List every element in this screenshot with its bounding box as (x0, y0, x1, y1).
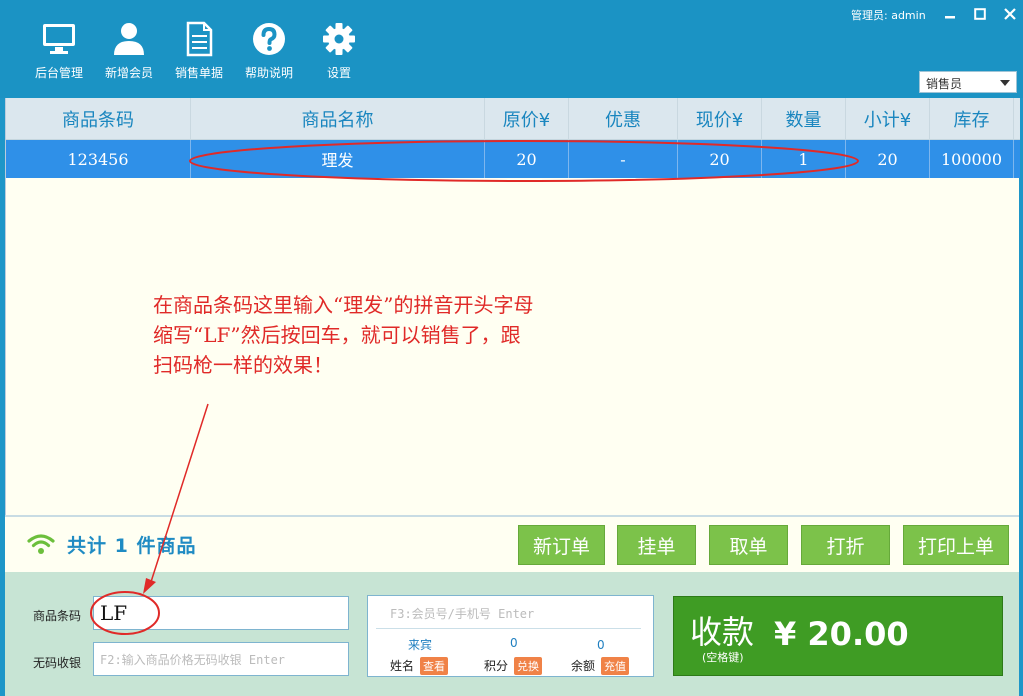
toolbar-sales-records-button[interactable]: 销售单据 (164, 20, 234, 81)
annotation-line: 扫码枪一样的效果！ (153, 353, 333, 377)
close-icon (1004, 8, 1016, 20)
member-balance-value: 0 (597, 638, 605, 652)
new-order-button[interactable]: 新订单 (518, 525, 605, 565)
member-panel: F3:会员号/手机号 Enter 来宾 0 0 姓名 查看 积分 兑换 余额 充… (367, 595, 654, 677)
nocode-label: 无码收银 (33, 656, 82, 670)
member-balance-label: 余额 (571, 659, 596, 673)
member-points-label: 积分 (484, 659, 509, 673)
hold-order-button[interactable]: 挂单 (617, 525, 696, 565)
gear-icon (323, 23, 355, 55)
checkout-amount: ¥ 20.00 (774, 615, 909, 653)
toolbar: 后台管理 新增会员 销售单据 帮助说明 设置 (24, 20, 374, 81)
minimize-icon (945, 16, 955, 19)
toolbar-new-member-label: 新增会员 (104, 66, 153, 80)
close-button[interactable] (999, 3, 1021, 25)
toolbar-settings-label: 设置 (326, 66, 351, 80)
annotation-arrow (90, 403, 209, 635)
cell-barcode: 123456 (6, 140, 191, 178)
toolbar-new-member-button[interactable]: 新增会员 (94, 20, 164, 81)
member-name-label: 姓名 (390, 659, 415, 673)
column-header-barcode[interactable]: 商品条码 (6, 98, 191, 140)
maximize-button[interactable] (969, 3, 991, 25)
column-header-orig-price[interactable]: 原价¥ (485, 98, 569, 140)
document-icon (186, 21, 213, 57)
annotation-line: 缩写“LF”然后按回车，就可以销售了，跟 (153, 323, 521, 347)
retrieve-order-button[interactable]: 取单 (709, 525, 788, 565)
header: 后台管理 新增会员 销售单据 帮助说明 设置 管理员: admin 销售员 (0, 0, 1023, 98)
toolbar-admin-label: 后台管理 (34, 66, 83, 80)
chevron-down-icon (1000, 80, 1010, 86)
user-icon (114, 23, 144, 55)
checkout-title: 收款 (690, 613, 755, 651)
role-select[interactable]: 销售员 (919, 71, 1017, 93)
toolbar-help-label: 帮助说明 (244, 66, 293, 80)
column-header-price[interactable]: 现价¥ (678, 98, 762, 140)
help-icon (253, 23, 285, 55)
member-name-value: 来宾 (408, 638, 433, 652)
annotation-line: 在商品条码这里输入“理发”的拼音开头字母 (153, 293, 534, 317)
member-redeem-button[interactable]: 兑换 (514, 657, 542, 675)
bottom-panel: 商品条码 LF 无码收银 F2:输入商品价格无码收银 Enter F3:会员号/… (5, 403, 1019, 696)
member-recharge-button[interactable]: 充值 (601, 657, 629, 675)
admin-label: 管理员: admin (851, 9, 926, 22)
toolbar-admin-button[interactable]: 后台管理 (24, 20, 94, 81)
discount-button[interactable]: 打折 (801, 525, 890, 565)
print-last-order-button[interactable]: 打印上单 (903, 525, 1009, 565)
nocode-input[interactable]: F2:输入商品价格无码收银 Enter (93, 642, 349, 676)
minimize-button[interactable] (939, 3, 961, 25)
table-header: 商品条码 商品名称 原价¥ 优惠 现价¥ 数量 小计¥ 库存 (6, 98, 1020, 140)
cell-orig-price: 20 (485, 140, 569, 178)
member-points-value: 0 (510, 636, 518, 650)
cell-discount: - (569, 140, 678, 178)
column-header-qty[interactable]: 数量 (762, 98, 846, 140)
cell-name: 理发 (191, 140, 485, 178)
column-header-subtotal[interactable]: 小计¥ (846, 98, 930, 140)
checkout-button[interactable]: 收款 (空格键) ¥ 20.00 (673, 596, 1003, 676)
cell-price: 20 (678, 140, 762, 178)
cell-stock: 100000 (930, 140, 1014, 178)
checkout-hint: (空格键) (702, 651, 744, 664)
cell-subtotal: 20 (846, 140, 930, 178)
member-search-input[interactable]: F3:会员号/手机号 Enter (390, 605, 534, 622)
column-header-discount[interactable]: 优惠 (569, 98, 678, 140)
toolbar-sales-records-label: 销售单据 (174, 66, 223, 80)
column-header-stock[interactable]: 库存 (930, 98, 1014, 140)
maximize-icon (974, 8, 986, 20)
cell-qty: 1 (762, 140, 846, 178)
member-divider (376, 628, 641, 629)
annotation-text: 在商品条码这里输入“理发”的拼音开头字母 缩写“LF”然后按回车，就可以销售了，… (153, 290, 533, 380)
toolbar-settings-button[interactable]: 设置 (304, 20, 374, 81)
table-row[interactable]: 123456 理发 20 - 20 1 20 100000 (6, 140, 1020, 178)
toolbar-help-button[interactable]: 帮助说明 (234, 20, 304, 81)
monitor-icon (43, 24, 75, 54)
column-header-name[interactable]: 商品名称 (191, 98, 485, 140)
role-select-value: 销售员 (926, 77, 963, 91)
member-view-button[interactable]: 查看 (420, 657, 448, 675)
